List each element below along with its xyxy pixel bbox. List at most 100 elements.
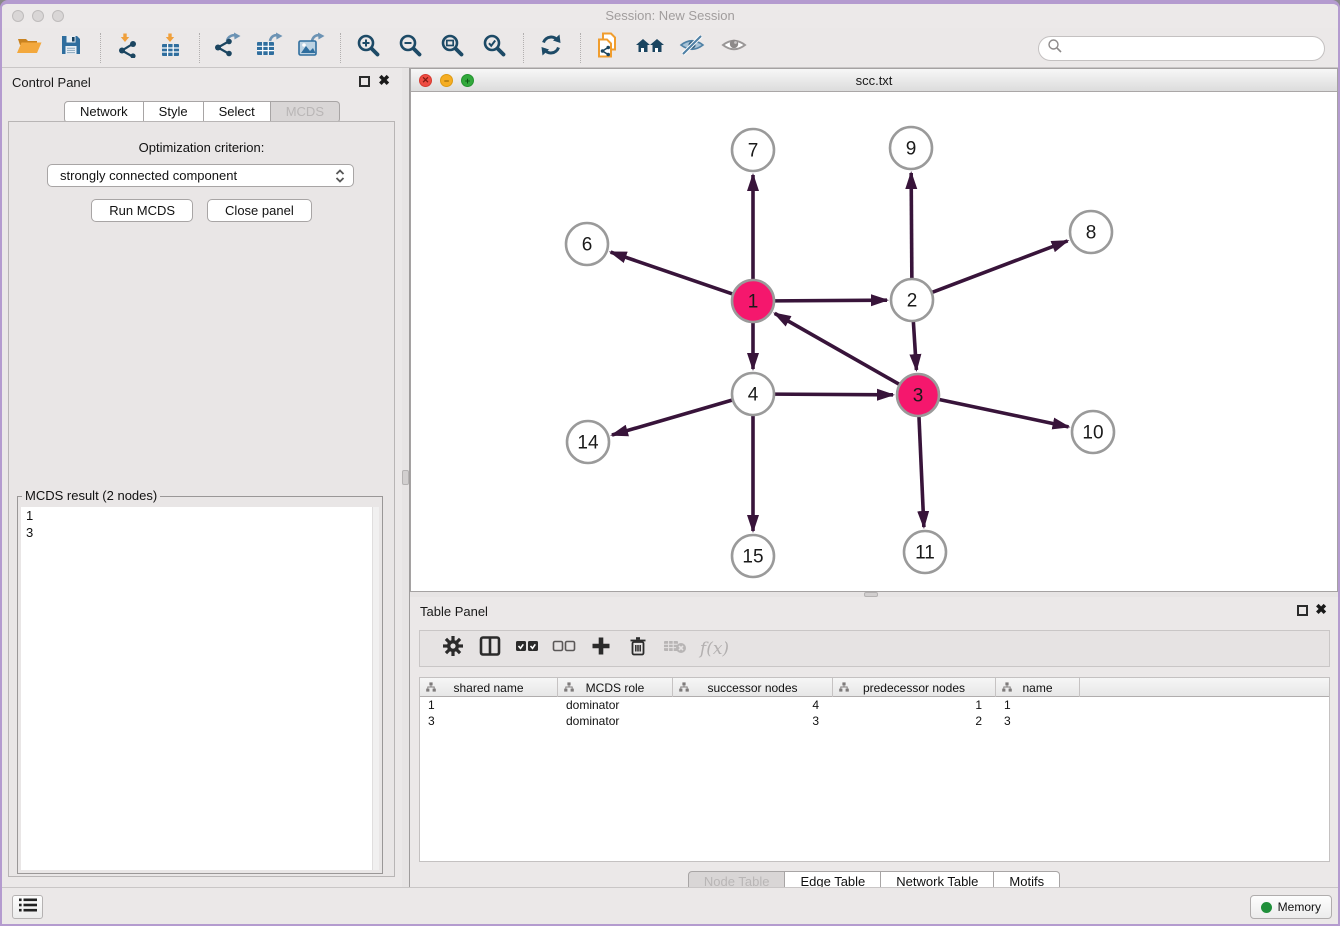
search-box xyxy=(1038,36,1325,61)
mcds-result-list[interactable]: 13 xyxy=(21,507,379,870)
graph-edge-3-10[interactable] xyxy=(939,399,1069,426)
network-overview-button[interactable] xyxy=(633,32,667,64)
graph-edge-4-14[interactable] xyxy=(612,400,733,435)
new-network-from-selection-button[interactable] xyxy=(591,32,625,64)
network-graph[interactable]: 7968124314101511 xyxy=(411,92,1340,592)
eye-icon xyxy=(721,33,747,62)
main-toolbar xyxy=(2,28,1338,68)
column-header-successor-nodes[interactable]: successor nodes xyxy=(673,678,833,697)
import-network-icon xyxy=(115,32,141,63)
table-body: 1dominator4113dominator323 xyxy=(420,697,1329,729)
zoom-selected-button[interactable] xyxy=(477,32,511,64)
show-graphics-details-button[interactable] xyxy=(717,32,751,64)
save-icon xyxy=(59,33,83,62)
status-bar: Memory xyxy=(2,887,1338,924)
add-column-button[interactable] xyxy=(582,634,619,664)
control-panel-tabs: NetworkStyleSelectMCDS xyxy=(2,101,402,123)
table-cell[interactable]: 3 xyxy=(420,713,558,729)
select-all-rows-button[interactable] xyxy=(508,634,545,664)
houses-icon xyxy=(635,33,665,62)
column-header-MCDS-role[interactable]: MCDS role xyxy=(558,678,673,697)
toolbar-separator xyxy=(580,33,581,63)
export-network-icon xyxy=(214,32,241,63)
zoom-fit-icon xyxy=(440,33,465,63)
control-panel: Control Panel ✖ NetworkStyleSelectMCDS O… xyxy=(2,68,402,887)
delete-table-button[interactable] xyxy=(656,634,693,664)
table-cell[interactable]: dominator xyxy=(558,713,673,729)
divider-grip[interactable] xyxy=(402,470,409,485)
node-table: shared nameMCDS rolesuccessor nodesprede… xyxy=(419,677,1330,862)
zoom-fit-button[interactable] xyxy=(435,32,469,64)
column-header-name[interactable]: name xyxy=(996,678,1080,697)
float-panel-icon[interactable] xyxy=(1297,605,1308,616)
network-window-title: scc.txt xyxy=(411,73,1337,88)
export-table-button[interactable] xyxy=(252,32,286,64)
memory-label: Memory xyxy=(1278,900,1321,914)
table-cell[interactable]: dominator xyxy=(558,697,673,713)
close-panel-button[interactable]: Close panel xyxy=(207,199,312,222)
select-stepper-icon xyxy=(334,168,346,184)
optimization-criterion-label: Optimization criterion: xyxy=(9,140,394,155)
criterion-select[interactable]: strongly connected component xyxy=(47,164,354,187)
table-cell[interactable]: 1 xyxy=(420,697,558,713)
apply-layout-button[interactable] xyxy=(534,32,568,64)
search-input[interactable] xyxy=(1063,39,1324,59)
table-cell[interactable]: 2 xyxy=(833,713,996,729)
table-row[interactable]: 3dominator323 xyxy=(420,713,1329,729)
function-builder-button[interactable]: f(x) xyxy=(693,634,730,664)
zoom-out-button[interactable] xyxy=(393,32,427,64)
graph-edge-3-1[interactable] xyxy=(775,313,900,384)
export-image-button[interactable] xyxy=(294,32,328,64)
import-network-button[interactable] xyxy=(111,32,145,64)
float-panel-icon[interactable] xyxy=(359,76,370,87)
save-session-button[interactable] xyxy=(54,32,88,64)
mcds-result-line: 1 xyxy=(21,507,379,524)
table-cell[interactable]: 1 xyxy=(996,697,1080,713)
close-panel-icon[interactable]: ✖ xyxy=(378,72,390,89)
network-canvas[interactable]: 7968124314101511 xyxy=(411,92,1337,591)
import-table-icon xyxy=(157,32,183,63)
table-header-row: shared nameMCDS rolesuccessor nodesprede… xyxy=(420,678,1329,697)
table-cell[interactable]: 3 xyxy=(673,713,833,729)
export-network-button[interactable] xyxy=(210,32,244,64)
graph-edge-2-3[interactable] xyxy=(913,321,916,370)
result-scrollbar[interactable] xyxy=(372,507,379,870)
graph-edge-4-3[interactable] xyxy=(774,394,893,395)
deselect-all-rows-button[interactable] xyxy=(545,634,582,664)
tab-select[interactable]: Select xyxy=(204,101,271,123)
hide-graphics-details-button[interactable] xyxy=(675,32,709,64)
graph-edge-2-9[interactable] xyxy=(911,173,912,279)
import-table-button[interactable] xyxy=(153,32,187,64)
run-mcds-button[interactable]: Run MCDS xyxy=(91,199,193,222)
tab-style[interactable]: Style xyxy=(144,101,204,123)
graph-edge-2-8[interactable] xyxy=(932,241,1068,293)
mcds-result-line: 3 xyxy=(21,524,379,541)
vertical-split-divider[interactable] xyxy=(402,68,410,887)
delete-column-button[interactable] xyxy=(619,634,656,664)
gear-icon xyxy=(442,635,464,662)
tab-mcds[interactable]: MCDS xyxy=(271,101,340,123)
graph-edge-1-6[interactable] xyxy=(611,252,733,294)
column-header-predecessor-nodes[interactable]: predecessor nodes xyxy=(833,678,996,697)
table-cell[interactable]: 3 xyxy=(996,713,1080,729)
table-cell[interactable]: 1 xyxy=(833,697,996,713)
tab-network[interactable]: Network xyxy=(64,101,144,123)
table-row[interactable]: 1dominator411 xyxy=(420,697,1329,713)
zoom-in-button[interactable] xyxy=(351,32,385,64)
unchecked-boxes-icon xyxy=(552,639,576,658)
list-icon xyxy=(18,897,38,918)
status-menu-button[interactable] xyxy=(12,895,43,919)
graph-node-label: 1 xyxy=(748,292,759,313)
memory-button[interactable]: Memory xyxy=(1250,895,1332,919)
show-column-button[interactable] xyxy=(471,634,508,664)
document-network-icon xyxy=(595,32,621,63)
table-options-button[interactable] xyxy=(434,634,471,664)
toolbar-separator xyxy=(100,33,101,63)
table-panel: Table Panel ✖ f(x) shared nameMCDS roles… xyxy=(410,597,1338,887)
graph-edge-1-2[interactable] xyxy=(774,300,887,301)
close-panel-icon[interactable]: ✖ xyxy=(1315,601,1327,618)
open-session-button[interactable] xyxy=(12,32,46,64)
column-header-shared-name[interactable]: shared name xyxy=(420,678,558,697)
graph-edge-3-11[interactable] xyxy=(919,416,924,527)
table-cell[interactable]: 4 xyxy=(673,697,833,713)
